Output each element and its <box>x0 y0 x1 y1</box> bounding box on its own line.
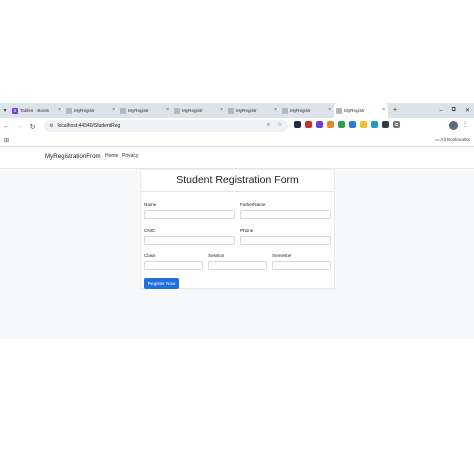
class-input[interactable] <box>144 261 203 270</box>
page-favicon-icon <box>174 107 180 114</box>
nav-privacy-link[interactable]: Privacy <box>122 153 138 159</box>
page-favicon-icon <box>66 107 72 114</box>
all-bookmarks-label: All Bookmarks <box>440 137 470 142</box>
tab-label: MyRegistr <box>290 108 311 113</box>
back-arrow-icon[interactable]: ← <box>0 123 13 130</box>
yellow-extension-icon[interactable] <box>360 121 367 128</box>
bookmarks-bar: ⊞ ▭ All Bookmarks <box>0 135 474 147</box>
forward-arrow-icon[interactable]: → <box>13 123 26 130</box>
divider <box>141 191 334 192</box>
close-window-icon[interactable]: ✕ <box>465 107 470 114</box>
minimize-icon[interactable]: – <box>439 108 442 114</box>
purple-extension-icon[interactable] <box>316 121 323 128</box>
tab-close-icon[interactable]: × <box>58 107 61 113</box>
phone-input[interactable] <box>240 236 331 245</box>
page-favicon-icon <box>228 107 234 114</box>
tab-close-icon[interactable]: × <box>382 107 385 113</box>
bookmark-star-icon[interactable]: ☆ <box>277 122 282 129</box>
fathername-label: FatherName <box>240 202 266 207</box>
tab-1[interactable]: MyRegistr × <box>64 103 118 118</box>
orange-extension-icon[interactable] <box>327 121 334 128</box>
semester-label: Semester <box>272 253 292 258</box>
session-label: Session <box>208 253 225 258</box>
fathername-input[interactable] <box>240 210 331 219</box>
dark-extension-icon[interactable] <box>382 121 389 128</box>
green-extension-icon[interactable] <box>338 121 345 128</box>
blue-extension-icon[interactable] <box>349 121 356 128</box>
maximize-icon[interactable]: ⧉ <box>452 107 456 114</box>
tab-close-icon[interactable]: × <box>274 107 277 113</box>
name-label: Name <box>144 202 157 207</box>
profile-avatar[interactable] <box>449 121 458 130</box>
phone-label: Phone <box>240 228 254 233</box>
tab-search-icon[interactable]: ▾ <box>0 103 10 118</box>
zoom-search-icon[interactable]: ⌕ <box>267 122 270 129</box>
address-bar[interactable]: ⚙ localhost:44340/StudentReg ⌕ ☆ <box>44 120 288 132</box>
nav-home-link[interactable]: Home <box>105 153 118 159</box>
bootstrap-favicon-icon: B <box>12 107 18 114</box>
tab-close-icon[interactable]: × <box>220 107 223 113</box>
app-navbar: MyRegistrationFrom Home Privacy <box>0 147 474 169</box>
omnibox-actions: ⌕ ☆ <box>267 122 282 129</box>
cnic-label: CNIC <box>144 228 156 233</box>
all-bookmarks-button[interactable]: ▭ All Bookmarks <box>435 137 470 143</box>
tab-6-active[interactable]: MyRegistr × <box>334 103 388 118</box>
tab-label: MyRegistr <box>344 108 365 113</box>
tab-strip: ▾ B Tables · Boots × MyRegistr × MyRegis… <box>0 103 474 118</box>
url-text: localhost:44340/StudentReg <box>57 123 121 129</box>
browser-toolbar: ← → ↻ ⚙ localhost:44340/StudentReg ⌕ ☆ ⧉… <box>0 118 474 135</box>
browser-window: ▾ B Tables · Boots × MyRegistr × MyRegis… <box>0 103 474 339</box>
register-now-button[interactable]: Register Now <box>144 278 179 289</box>
form-title: Student Registration Form <box>176 174 299 186</box>
tab-4[interactable]: MyRegistr × <box>226 103 280 118</box>
tab-close-icon[interactable]: × <box>328 107 331 113</box>
apps-grid-icon[interactable]: ⊞ <box>4 137 9 144</box>
cnic-input[interactable] <box>144 236 235 245</box>
teal-extension-icon[interactable] <box>371 121 378 128</box>
page-favicon-icon <box>282 107 288 114</box>
class-label: Class <box>144 253 156 258</box>
tab-5[interactable]: MyRegistr × <box>280 103 334 118</box>
tab-label: MyRegistr <box>182 108 203 113</box>
tab-2[interactable]: MyRegistr × <box>118 103 172 118</box>
extensions-area: ⧉ <box>294 121 400 128</box>
folder-icon: ▭ <box>435 137 440 142</box>
tab-3[interactable]: MyRegistr × <box>172 103 226 118</box>
session-input[interactable] <box>208 261 267 270</box>
tab-label: Tables · Boots <box>20 108 50 113</box>
tab-label: MyRegistr <box>128 108 149 113</box>
tab-label: MyRegistr <box>236 108 257 113</box>
new-tab-button[interactable]: + <box>390 107 400 114</box>
window-controls: – ⧉ ✕ <box>439 103 470 118</box>
page-favicon-icon <box>120 107 126 114</box>
registration-card: Student Registration Form Name FatherNam… <box>140 169 335 289</box>
puzzle-extensions-icon[interactable]: ⧉ <box>393 121 400 128</box>
browser-menu-icon[interactable]: ⋮ <box>462 121 468 128</box>
tab-close-icon[interactable]: × <box>112 107 115 113</box>
site-info-icon[interactable]: ⚙ <box>49 123 53 129</box>
semester-input[interactable] <box>272 261 331 270</box>
page-favicon-icon <box>336 107 342 114</box>
red-extension-icon[interactable] <box>305 121 312 128</box>
shield-extension-icon[interactable] <box>294 121 301 128</box>
page-viewport: MyRegistrationFrom Home Privacy Student … <box>0 147 474 339</box>
tab-close-icon[interactable]: × <box>166 107 169 113</box>
app-brand-link[interactable]: MyRegistrationFrom <box>45 153 101 160</box>
tab-0[interactable]: B Tables · Boots × <box>10 103 64 118</box>
tab-label: MyRegistr <box>74 108 95 113</box>
reload-icon[interactable]: ↻ <box>26 123 39 131</box>
name-input[interactable] <box>144 210 235 219</box>
